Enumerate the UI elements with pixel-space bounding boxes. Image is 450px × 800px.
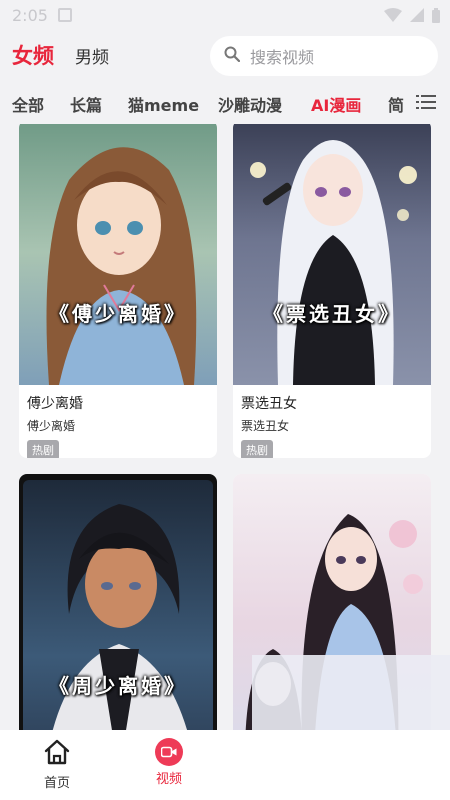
hot-tag: 热剧 [241,440,273,458]
category-all[interactable]: 全部 [12,92,44,116]
search-icon [224,46,241,66]
nav-home[interactable]: 首页 [30,738,84,791]
notification-icon [57,8,72,22]
video-card[interactable]: 《周少离婚》 [19,474,217,730]
cover-title: 《票选丑女》 [263,302,401,326]
cover-title: 《周少离婚》 [49,674,187,698]
nav-video-label: 视频 [155,772,182,787]
video-title: 票选丑女 [241,396,297,412]
video-camera-icon [155,738,183,766]
battery-icon [432,7,440,23]
video-cover: 《票选丑女》 [233,124,431,385]
video-subtitle: 票选丑女 [241,419,290,433]
home-icon [43,739,71,770]
wifi-icon [384,8,402,22]
category-short[interactable]: 简 [388,92,404,116]
tab-male[interactable]: 男频 [75,43,109,68]
category-bar: 全部 长篇 猫meme 沙雕动漫 AI漫画 简 [0,88,450,118]
status-bar: 2:05 [0,0,450,30]
bottom-nav: 首页 视频 [0,730,450,800]
video-grid: 《傅少离婚》 傅少离婚 傅少离婚 热剧 《票选丑女》 票选丑女 票选丑女 热剧 … [0,124,450,730]
signal-icon [410,8,424,22]
video-card[interactable]: 《傅少离婚》 傅少离婚 傅少离婚 热剧 [19,124,217,458]
video-title: 傅少离婚 [27,396,83,412]
status-time: 2:05 [12,5,48,25]
tab-female[interactable]: 女频 [12,40,54,70]
search-placeholder: 搜索视频 [250,48,315,67]
nav-home-label: 首页 [43,776,70,791]
cover-title: 《傅少离婚》 [49,302,187,326]
nav-video[interactable]: 视频 [142,738,196,787]
hot-tag: 热剧 [27,440,59,458]
category-funny-anime[interactable]: 沙雕动漫 [218,92,282,116]
top-bar: 女频 男频 搜索视频 [0,30,450,82]
video-cover: 《傅少离婚》 [19,124,217,385]
video-card[interactable]: 《票选丑女》 票选丑女 票选丑女 热剧 [233,124,431,458]
category-cat-meme[interactable]: 猫meme [128,92,199,116]
video-subtitle: 傅少离婚 [27,419,76,433]
category-menu-icon[interactable] [416,94,436,114]
category-ai-comic[interactable]: AI漫画 [311,92,361,116]
search-input[interactable]: 搜索视频 [210,36,438,76]
category-long[interactable]: 长篇 [70,92,102,116]
video-cover: 《周少离婚》 [19,474,217,730]
